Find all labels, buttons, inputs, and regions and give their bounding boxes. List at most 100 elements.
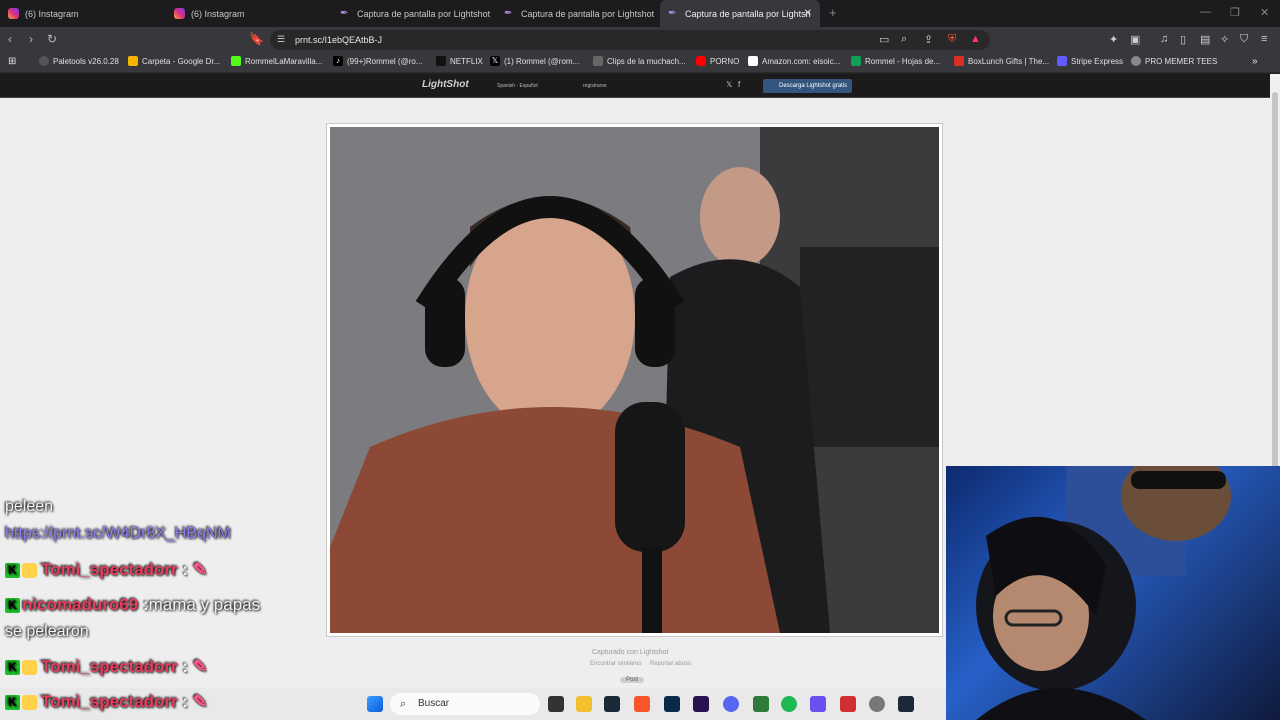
toolbar: ‹ › ↻ 🔖 prnt.sc/I1ebQEAtbB-J ☰ ▭ ⌕ ⇪ ⛨ ▲…: [0, 27, 1280, 53]
wallet-icon[interactable]: ▤: [1200, 33, 1210, 46]
extensions-icon[interactable]: ✦: [1109, 33, 1118, 46]
facebook-icon[interactable]: f: [738, 80, 740, 89]
screenshot-image[interactable]: [330, 127, 939, 633]
bookmark-item[interactable]: PRO MEMER TEES: [1131, 56, 1217, 66]
tab-lightshot-active[interactable]: ✒ Captura de pantalla por Lightsh ✕: [660, 0, 820, 27]
bookmark-label: NETFLIX: [450, 56, 483, 66]
lightshot-logo[interactable]: LightShot: [422, 79, 469, 90]
screenshot-photo: [330, 127, 939, 633]
amazon-icon: [748, 56, 758, 66]
tab-instagram-1[interactable]: (6) Instagram: [0, 0, 165, 27]
file-explorer-icon[interactable]: [576, 696, 592, 712]
share-icon[interactable]: ⇪: [924, 33, 933, 46]
find-similar-link[interactable]: Encontrar similares: [590, 661, 641, 667]
forward-icon[interactable]: ›: [29, 32, 33, 46]
minimize-icon[interactable]: —: [1200, 6, 1211, 18]
chat-message: Knicomaduro69 :mama y papas: [5, 595, 260, 615]
brave-icon[interactable]: [634, 696, 650, 712]
chat-username[interactable]: Tomi_spectadorr: [41, 560, 178, 579]
tab-lightshot-1[interactable]: ✒ Captura de pantalla por Lightshot: [332, 0, 497, 27]
webcam-feed: [976, 466, 1231, 720]
emote-icon: ✎: [192, 560, 208, 579]
maximize-icon[interactable]: ❐: [1230, 6, 1240, 19]
tab-instagram-2[interactable]: (6) Instagram: [166, 0, 331, 27]
site-info-icon[interactable]: ☰: [277, 34, 285, 45]
leo-ai-icon[interactable]: ✧: [1220, 33, 1229, 46]
apps-grid-icon[interactable]: ⊞: [8, 56, 16, 67]
taskbar-search[interactable]: ⌕ Buscar: [390, 693, 540, 715]
task-view-icon[interactable]: [548, 696, 564, 712]
bookmark-item[interactable]: BoxLunch Gifts | The...: [954, 56, 1049, 66]
steam-icon[interactable]: [604, 696, 620, 712]
spotify-icon[interactable]: [781, 696, 797, 712]
reload-icon[interactable]: ↻: [47, 32, 57, 46]
close-tab-icon[interactable]: ✕: [804, 8, 812, 19]
globe-icon: [1131, 56, 1141, 66]
bookmark-item[interactable]: 𝕏 (1) Rommel (@rom...: [490, 56, 579, 66]
tab-lightshot-2[interactable]: ✒ Captura de pantalla por Lightshot: [496, 0, 661, 27]
post-button[interactable]: Post: [620, 677, 645, 683]
chat-text: se pelearon: [5, 623, 89, 640]
vpn-icon[interactable]: ⛉: [1240, 33, 1248, 46]
bookmark-label: Paletools v26.0.28: [53, 56, 119, 66]
screenshot-icon[interactable]: ▣: [1130, 33, 1140, 46]
youtube-icon: [696, 56, 706, 66]
chat-message: K Tomi_spectadorr : ✎: [5, 692, 207, 712]
register-link[interactable]: registrarse: [583, 83, 607, 89]
bookmark-item[interactable]: Rommel - Hojas de...: [851, 56, 940, 66]
app-icon[interactable]: [753, 696, 769, 712]
bookmark-icon[interactable]: 🔖: [249, 32, 264, 46]
brave-rewards-icon[interactable]: ▲: [970, 33, 981, 45]
bookmark-item[interactable]: NETFLIX: [436, 56, 483, 66]
search-placeholder: Buscar: [418, 698, 450, 709]
cast-icon[interactable]: ▭: [879, 33, 889, 46]
bookmark-item[interactable]: PORNO: [696, 56, 739, 66]
bookmark-item[interactable]: Clips de la muchach...: [593, 56, 686, 66]
close-window-icon[interactable]: ✕: [1260, 6, 1269, 19]
crown-badge-icon: [22, 563, 37, 579]
bookmark-label: Stripe Express: [1071, 56, 1124, 66]
steam-icon[interactable]: [898, 696, 914, 712]
music-icon[interactable]: ♫: [1160, 33, 1168, 45]
language-selector[interactable]: Spanish - Español: [497, 83, 538, 89]
bookmark-item[interactable]: Stripe Express: [1057, 56, 1123, 66]
chat-link[interactable]: https://prnt.sc/W4Dr8X_HBqNM: [5, 525, 231, 542]
tab-label: (6) Instagram: [25, 8, 79, 19]
bookmark-item[interactable]: ♪ (99+)Rommel (@ro...: [333, 56, 422, 66]
zoom-icon[interactable]: ⌕: [901, 33, 907, 46]
bookmark-item[interactable]: Paletools v26.0.28: [39, 56, 119, 66]
chat-username[interactable]: Tomi_spectadorr: [41, 657, 178, 676]
lightshot-header: LightShot Spanish - Español registrarse …: [0, 74, 1270, 98]
feather-icon: ✒: [340, 8, 349, 19]
photoshop-icon[interactable]: [664, 696, 680, 712]
game-controller-icon[interactable]: [810, 696, 826, 712]
brave-shield-icon[interactable]: ⛨: [948, 33, 956, 46]
windows-start-icon[interactable]: [367, 696, 383, 712]
premiere-icon[interactable]: [693, 696, 709, 712]
bookmark-label: Amazon.com: eisoic...: [762, 56, 841, 66]
kick-icon: [231, 56, 241, 66]
chat-separator: :: [182, 692, 189, 711]
tab-label: Captura de pantalla por Lightsh: [685, 8, 811, 19]
bookmark-item[interactable]: Carpeta - Google Dr...: [128, 56, 220, 66]
sidebar-icon[interactable]: ▯: [1180, 33, 1186, 46]
chat-username[interactable]: nicomaduro69: [22, 595, 138, 614]
twitter-icon[interactable]: 𝕏: [726, 80, 732, 89]
google-drive-icon: [128, 56, 138, 66]
bookmark-favicon: [39, 56, 49, 66]
report-abuse-link[interactable]: Reportar abuso: [650, 661, 691, 667]
back-icon[interactable]: ‹: [8, 32, 12, 46]
tiktok-icon: ♪: [333, 56, 343, 66]
menu-icon[interactable]: ≡: [1261, 33, 1267, 45]
obs-icon[interactable]: [869, 696, 885, 712]
bookmark-item[interactable]: RommelLaMaravilla...: [231, 56, 322, 66]
stripe-icon: [1057, 56, 1067, 66]
download-button[interactable]: Descarga Lightshot gratis: [763, 79, 853, 93]
bookmark-item[interactable]: Amazon.com: eisoic...: [748, 56, 840, 66]
chat-username[interactable]: Tomi_spectadorr: [41, 692, 178, 711]
new-tab-icon[interactable]: +: [829, 5, 837, 20]
discord-icon[interactable]: [723, 696, 739, 712]
app-icon[interactable]: [840, 696, 856, 712]
more-bookmarks-icon[interactable]: »: [1252, 56, 1258, 67]
webcam-overlay: [946, 466, 1280, 720]
